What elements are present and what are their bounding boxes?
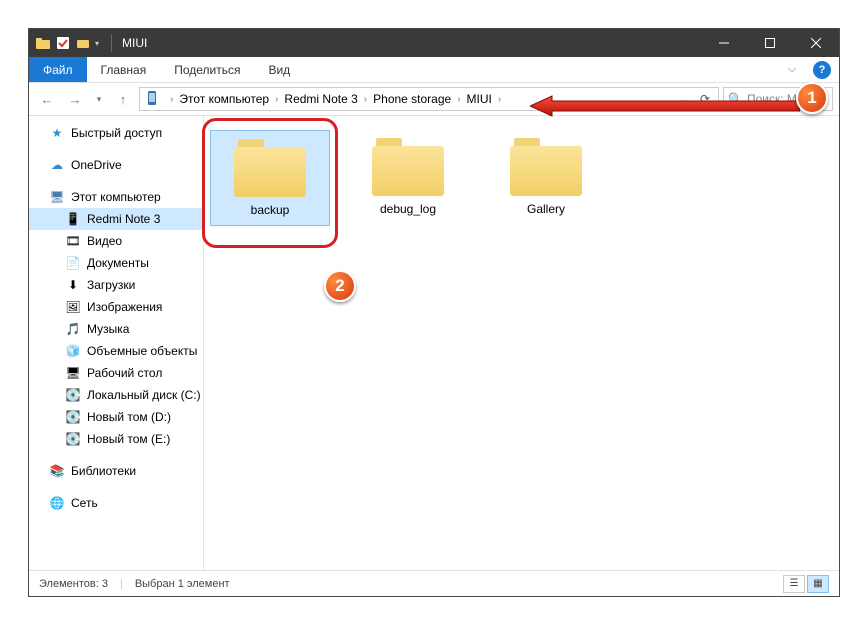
- nav-onedrive[interactable]: ☁ OneDrive: [29, 154, 203, 176]
- phone-icon: [144, 90, 162, 108]
- window-title: MIUI: [118, 36, 147, 50]
- download-icon: ⬇: [65, 277, 81, 293]
- chevron-right-icon[interactable]: ›: [451, 94, 466, 105]
- nav-quick-access[interactable]: ★ Быстрый доступ: [29, 122, 203, 144]
- nav-pictures[interactable]: 🖼Изображения: [29, 296, 203, 318]
- annotation-badge-2: 2: [324, 270, 356, 302]
- desktop-icon: 🖥: [65, 365, 81, 381]
- nav-network[interactable]: 🌐Сеть: [29, 492, 203, 514]
- folder-gallery[interactable]: Gallery: [486, 130, 606, 224]
- music-icon: 🎵: [65, 321, 81, 337]
- folder-icon: [372, 138, 444, 196]
- back-button[interactable]: ←: [35, 87, 59, 111]
- cloud-icon: ☁: [49, 157, 65, 173]
- star-icon: ★: [49, 125, 65, 141]
- nav-redmi[interactable]: 📱 Redmi Note 3: [29, 208, 203, 230]
- nav-thispc[interactable]: 🖥 Этот компьютер: [29, 186, 203, 208]
- help-button[interactable]: ?: [813, 61, 831, 79]
- nav-drive-e[interactable]: 💽Новый том (E:): [29, 428, 203, 450]
- drive-icon: 💽: [65, 409, 81, 425]
- chevron-right-icon[interactable]: ›: [269, 94, 284, 105]
- nav-libraries[interactable]: 📚Библиотеки: [29, 460, 203, 482]
- nav-downloads[interactable]: ⬇Загрузки: [29, 274, 203, 296]
- cube-icon: 🧊: [65, 343, 81, 359]
- check-icon: [55, 35, 71, 51]
- folder-icon: [510, 138, 582, 196]
- crumb-miui[interactable]: MIUI: [467, 92, 492, 106]
- tab-file[interactable]: Файл: [29, 57, 87, 82]
- folder-icon: [234, 139, 306, 197]
- chevron-right-icon[interactable]: ›: [492, 94, 507, 105]
- doc-icon: 📄: [65, 255, 81, 271]
- maximize-button[interactable]: [747, 29, 793, 57]
- pc-icon: 🖥: [49, 189, 65, 205]
- annotation-badge-1: 1: [796, 82, 828, 114]
- view-details-button[interactable]: ☰: [783, 575, 805, 593]
- nav-music[interactable]: 🎵Музыка: [29, 318, 203, 340]
- view-icons-button[interactable]: ▦: [807, 575, 829, 593]
- close-button[interactable]: [793, 29, 839, 57]
- folder-label: backup: [251, 203, 290, 217]
- drive-icon: 💽: [65, 387, 81, 403]
- folder-label: debug_log: [380, 202, 436, 216]
- video-icon: 🎞: [65, 233, 81, 249]
- nav-desktop[interactable]: 🖥Рабочий стол: [29, 362, 203, 384]
- crumb-storage[interactable]: Phone storage: [373, 92, 451, 106]
- folder-icon: [35, 35, 51, 51]
- drive-icon: 💽: [65, 431, 81, 447]
- minimize-button[interactable]: [701, 29, 747, 57]
- nav-videos[interactable]: 🎞Видео: [29, 230, 203, 252]
- chevron-right-icon[interactable]: ›: [358, 94, 373, 105]
- status-count: Элементов: 3: [39, 578, 108, 590]
- forward-button[interactable]: →: [63, 87, 87, 111]
- folder-backup[interactable]: backup: [210, 130, 330, 226]
- tab-home[interactable]: Главная: [87, 57, 161, 82]
- phone-icon: 📱: [65, 211, 81, 227]
- qat: ▾: [29, 35, 105, 51]
- up-button[interactable]: ↑: [111, 87, 135, 111]
- nav-drive-d[interactable]: 💽Новый том (D:): [29, 406, 203, 428]
- picture-icon: 🖼: [65, 299, 81, 315]
- network-icon: 🌐: [49, 495, 65, 511]
- ribbon: Файл Главная Поделиться Вид ⌵ ?: [29, 57, 839, 83]
- annotation-arrow: [530, 94, 800, 118]
- nav-documents[interactable]: 📄Документы: [29, 252, 203, 274]
- ribbon-expand-icon[interactable]: ⌵: [779, 57, 805, 82]
- tab-view[interactable]: Вид: [254, 57, 304, 82]
- crumb-thispc[interactable]: Этот компьютер: [179, 92, 269, 106]
- folder-debuglog[interactable]: debug_log: [348, 130, 468, 224]
- library-icon: 📚: [49, 463, 65, 479]
- nav-tree: ★ Быстрый доступ ☁ OneDrive 🖥 Этот компь…: [29, 116, 204, 570]
- qat-dropdown-icon[interactable]: ▾: [95, 39, 99, 48]
- folder-small-icon: [75, 35, 91, 51]
- tab-share[interactable]: Поделиться: [160, 57, 254, 82]
- status-selected: Выбран 1 элемент: [135, 578, 230, 590]
- chevron-right-icon[interactable]: ›: [164, 94, 179, 105]
- status-bar: Элементов: 3 | Выбран 1 элемент ☰ ▦: [29, 570, 839, 596]
- folder-label: Gallery: [527, 202, 565, 216]
- crumb-device[interactable]: Redmi Note 3: [284, 92, 357, 106]
- content-pane[interactable]: backup debug_log Gallery: [204, 116, 839, 570]
- history-dropdown-icon[interactable]: ▾: [91, 87, 107, 111]
- nav-3dobjects[interactable]: 🧊Объемные объекты: [29, 340, 203, 362]
- titlebar: ▾ MIUI: [29, 29, 839, 57]
- nav-drive-c[interactable]: 💽Локальный диск (C:): [29, 384, 203, 406]
